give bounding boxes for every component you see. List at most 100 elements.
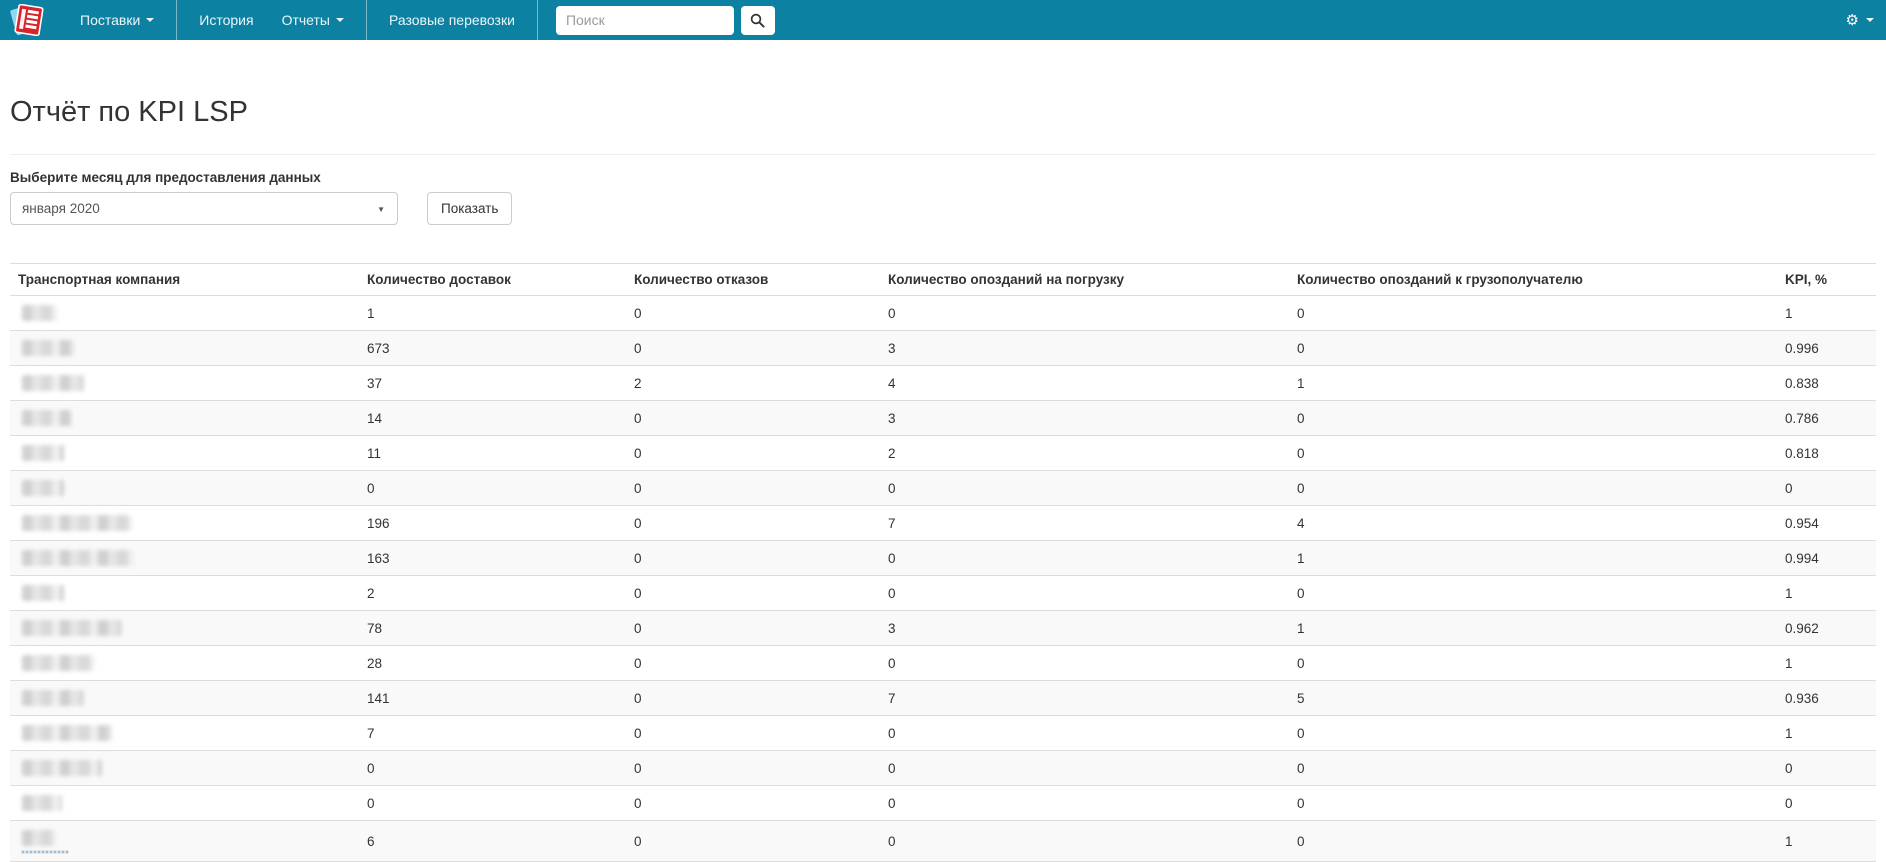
company-cell [10,435,359,471]
late-consignee-cell: 0 [1289,470,1777,506]
refusals-cell: 0 [626,295,880,331]
table-row: 78 0 3 1 0.962 [10,610,1876,646]
company-name-redacted [22,305,57,321]
refusals-cell: 0 [626,785,880,821]
search-form [555,0,775,40]
kpi-cell: 1 [1777,820,1876,862]
late-loading-cell: 0 [880,295,1289,331]
refusals-cell: 0 [626,540,880,576]
late-consignee-cell: 0 [1289,820,1777,862]
kpi-cell: 0.936 [1777,680,1876,716]
nav-item-label: Разовые перевозки [388,12,515,28]
late-loading-cell: 7 [880,505,1289,541]
deliveries-cell: 7 [359,715,626,751]
company-name-redacted [22,760,102,776]
company-name-redacted [22,480,64,496]
nav-item-postavki[interactable]: Поставки [58,0,176,40]
refusals-cell: 0 [626,575,880,611]
late-consignee-cell: 0 [1289,645,1777,681]
refusals-cell: 0 [626,610,880,646]
nav-item-otchety[interactable]: Отчеты [268,0,366,40]
settings-menu[interactable]: ⚙ [1834,0,1886,40]
deliveries-cell: 0 [359,785,626,821]
table-row: 14 0 3 0 0.786 [10,400,1876,436]
nav-item-istoriya[interactable]: История [177,0,267,40]
col-header-deliveries: Количество доставок [367,272,511,287]
chevron-down-icon [146,18,155,22]
deliveries-cell: 1 [359,295,626,331]
refusals-cell: 0 [626,330,880,366]
late-loading-cell: 0 [880,715,1289,751]
col-header-kpi: KPI, % [1785,272,1828,287]
logo-icon [8,4,46,36]
company-name-redacted [22,795,62,811]
late-loading-cell: 0 [880,540,1289,576]
deliveries-cell: 37 [359,365,626,401]
deliveries-cell: 78 [359,610,626,646]
show-button[interactable]: Показать [427,192,513,225]
main-content: Отчёт по KPI LSP Выберите месяц для пред… [0,96,1886,862]
late-loading-cell: 7 [880,680,1289,716]
kpi-cell: 0.818 [1777,435,1876,471]
deliveries-cell: 2 [359,575,626,611]
kpi-cell: 1 [1777,645,1876,681]
deliveries-cell: 28 [359,645,626,681]
company-name-redacted [22,445,64,461]
table-row: 196 0 7 4 0.954 [10,505,1876,541]
late-consignee-cell: 0 [1289,715,1777,751]
month-select-value: января 2020 [22,201,100,216]
late-loading-cell: 3 [880,610,1289,646]
filter-controls: января 2020 ▼ Показать [10,192,1876,225]
table-row: 00000 [10,750,1876,786]
chevron-down-icon [335,18,344,22]
month-select[interactable]: января 2020 ▼ [10,192,398,225]
kpi-cell: 1 [1777,715,1876,751]
col-header-late-loading: Количество опозданий на погрузку [888,272,1124,287]
late-consignee-cell: 0 [1289,435,1777,471]
deliveries-cell: 11 [359,435,626,471]
late-loading-cell: 2 [880,435,1289,471]
late-consignee-cell: 0 [1289,330,1777,366]
late-loading-cell: 0 [880,750,1289,786]
late-loading-cell: 0 [880,645,1289,681]
top-navbar: Поставки История Отчеты Разовые перевозк… [0,0,1886,40]
company-cell [10,365,359,401]
search-input[interactable] [555,5,734,35]
company-name-redacted [22,725,112,741]
nav-item-razovye-perevozki[interactable]: Разовые перевозки [367,0,537,40]
company-name-redacted [22,410,72,426]
nav-divider [536,0,538,40]
refusals-cell: 0 [626,680,880,716]
late-consignee-cell: 0 [1289,575,1777,611]
late-loading-cell: 0 [880,575,1289,611]
nav-item-label: Отчеты [281,12,330,28]
kpi-cell: 0.954 [1777,505,1876,541]
company-cell [10,750,359,786]
company-name-redacted [22,830,56,846]
late-loading-cell: 0 [880,470,1289,506]
company-name-redacted [22,375,84,391]
col-header-company: Транспортная компания [18,272,181,287]
late-consignee-cell: 1 [1289,610,1777,646]
company-cell [10,785,359,821]
late-consignee-cell: 0 [1289,295,1777,331]
kpi-cell: 1 [1777,295,1876,331]
search-button[interactable] [740,5,775,35]
table-header: Транспортная компания Количество доставо… [10,264,1876,296]
refusals-cell: 0 [626,435,880,471]
refusals-cell: 0 [626,400,880,436]
late-consignee-cell: 4 [1289,505,1777,541]
company-cell [10,610,359,646]
deliveries-cell: 14 [359,400,626,436]
late-loading-cell: 0 [880,785,1289,821]
refusals-cell: 0 [626,505,880,541]
company-name-redacted [22,550,134,566]
table-row: 11 0 2 0 0.818 [10,435,1876,471]
table-row: 673 0 3 0 0.996 [10,330,1876,366]
company-cell [10,295,359,331]
late-consignee-cell: 5 [1289,680,1777,716]
table-row: 20001 [10,575,1876,611]
brand-logo[interactable] [0,0,58,40]
refusals-cell: 2 [626,365,880,401]
